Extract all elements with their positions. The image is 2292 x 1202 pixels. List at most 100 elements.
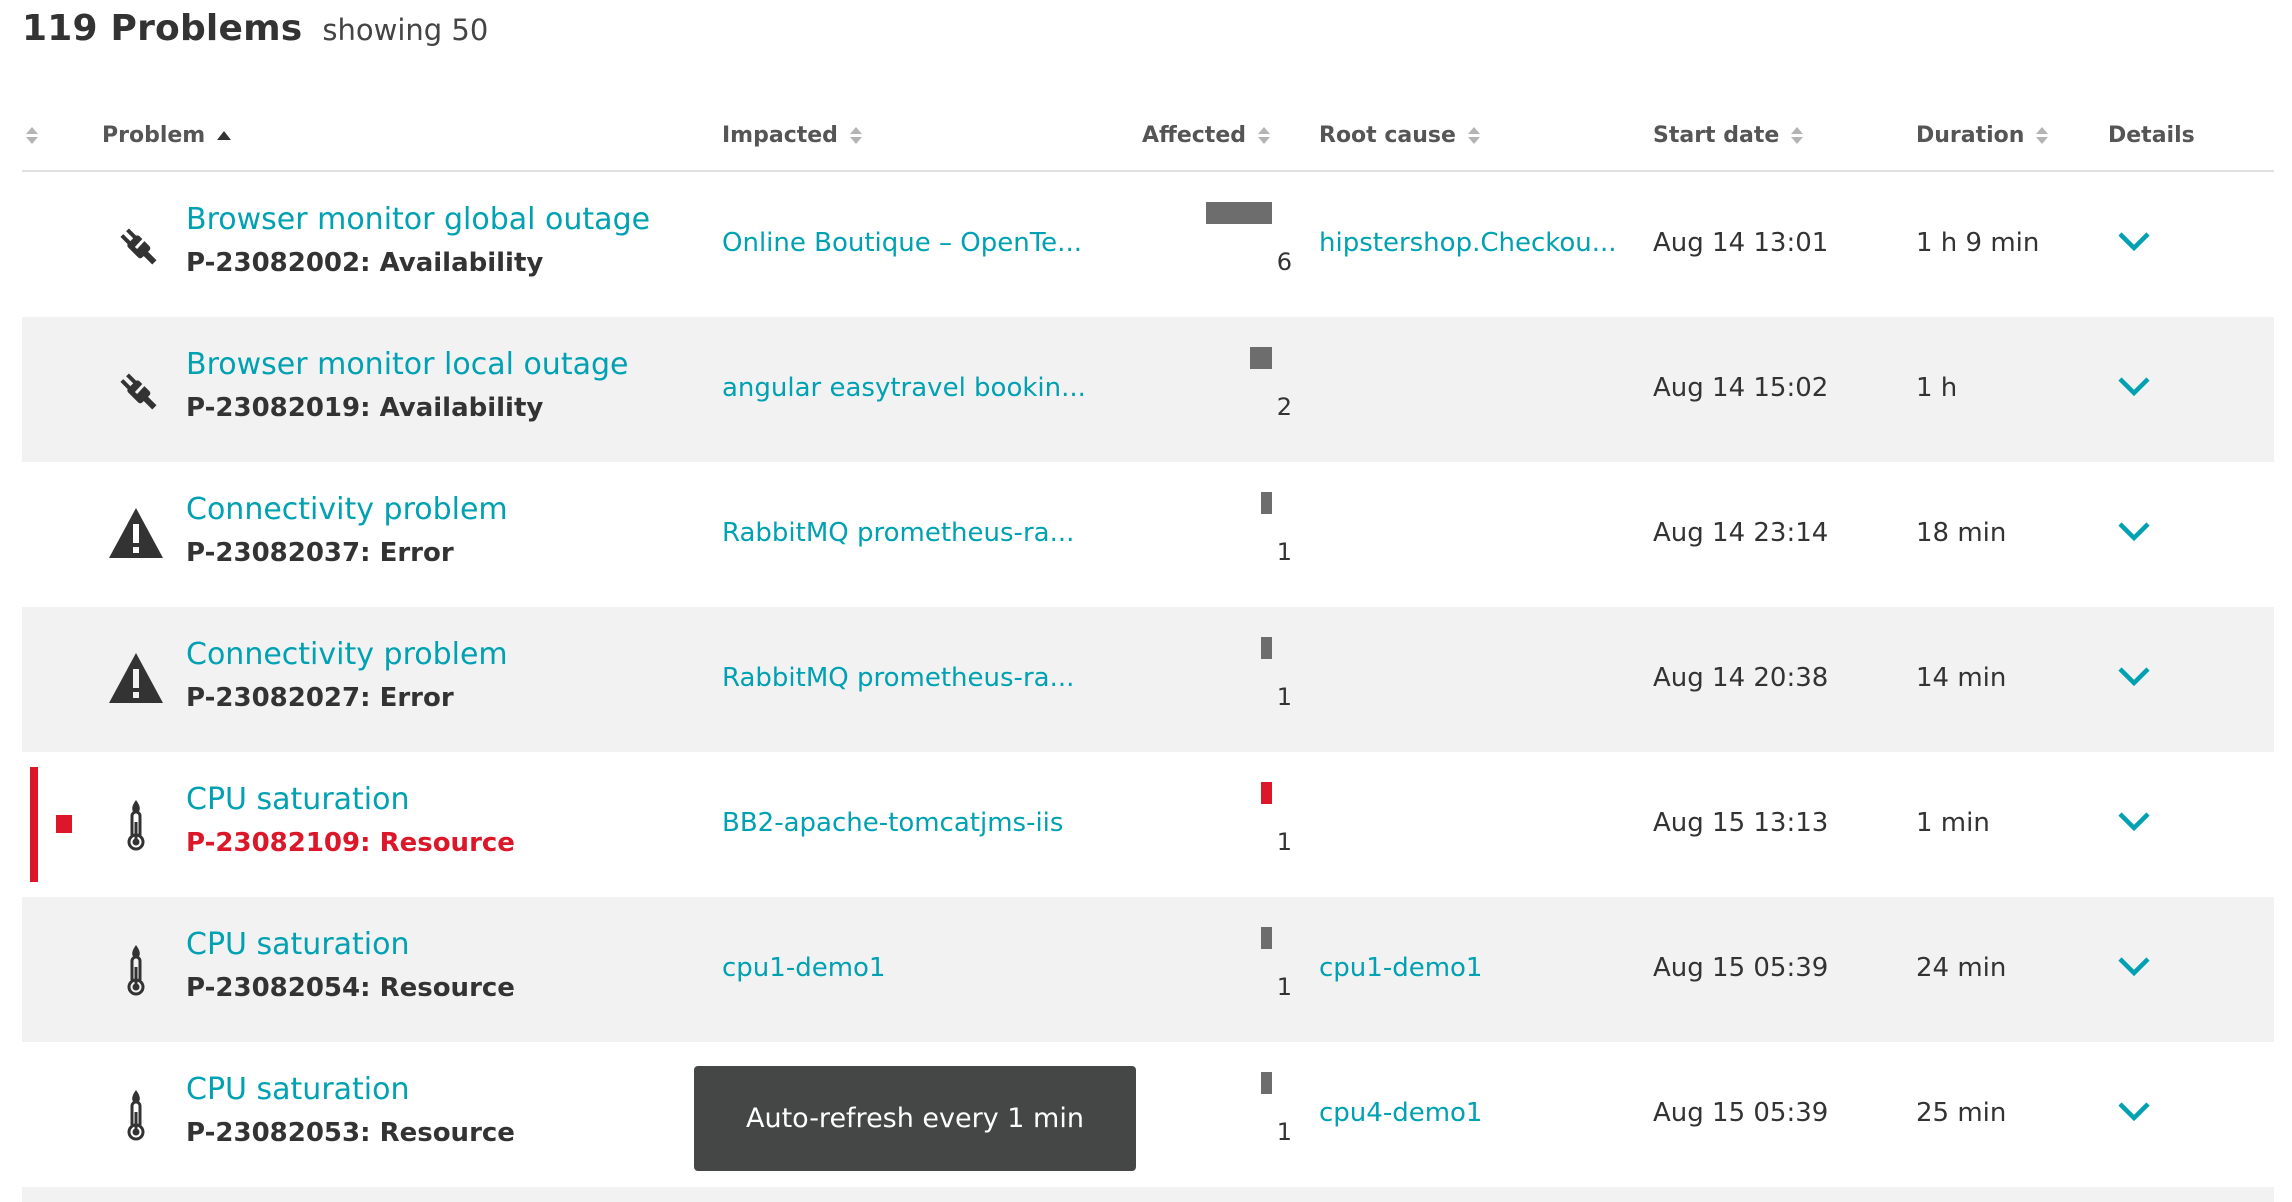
column-details-label: Details bbox=[2108, 122, 2195, 148]
start-date: Aug 14 20:38 bbox=[1653, 663, 1829, 693]
sort-icon bbox=[26, 126, 38, 144]
root-cause-link[interactable]: cpu1-demo1 bbox=[1319, 953, 1482, 983]
duration: 14 min bbox=[1916, 663, 2007, 693]
problem-id: P-23082027: Error bbox=[186, 683, 454, 713]
affected-count: 2 bbox=[1276, 393, 1292, 421]
table-row[interactable]: CPU saturation P-23082054: Resource cpu1… bbox=[22, 897, 2274, 1042]
affected-bar bbox=[1261, 927, 1272, 949]
problems-page: 119 Problems showing 50 Problem Impacted… bbox=[0, 0, 2292, 1202]
table-row-open-problem[interactable]: CPU saturation P-23082109: Resource BB2-… bbox=[22, 752, 2274, 897]
column-start-date[interactable]: Start date bbox=[1653, 100, 1804, 170]
duration: 18 min bbox=[1916, 518, 2007, 548]
sort-icon bbox=[2036, 126, 2049, 144]
duration: 25 min bbox=[1916, 1098, 2007, 1128]
impacted-entity-link[interactable]: BB2-apache-tomcatjms-iis bbox=[722, 808, 1063, 838]
problem-title-link[interactable]: Browser monitor global outage bbox=[186, 202, 650, 237]
affected-count: 1 bbox=[1276, 538, 1292, 566]
impacted-entity-link[interactable]: angular easytravel bookin... bbox=[722, 373, 1086, 403]
impacted-entity-link[interactable]: cpu1-demo1 bbox=[722, 953, 885, 983]
column-affected-label: Affected bbox=[1142, 122, 1246, 148]
chevron-down-icon[interactable] bbox=[2114, 512, 2154, 552]
warning-icon bbox=[109, 508, 163, 558]
problems-table-body: Browser monitor global outage P-23082002… bbox=[22, 172, 2274, 1187]
column-problem-label: Problem bbox=[102, 122, 206, 148]
column-duration[interactable]: Duration bbox=[1916, 100, 2049, 170]
showing-count: showing 50 bbox=[322, 13, 489, 47]
problem-id: P-23082109: Resource bbox=[186, 828, 515, 858]
column-affected[interactable]: Affected bbox=[1142, 100, 1270, 170]
table-row[interactable]: CPU saturation P-23082053: Resource cpu4… bbox=[22, 1042, 2274, 1187]
table-row[interactable]: Browser monitor local outage P-23082019:… bbox=[22, 317, 2274, 462]
problems-count: 119 Problems bbox=[22, 8, 303, 49]
affected-bar bbox=[1261, 1072, 1272, 1094]
column-root-cause-label: Root cause bbox=[1319, 122, 1456, 148]
problem-id: P-23082019: Availability bbox=[186, 393, 544, 423]
impacted-entity-link[interactable]: RabbitMQ prometheus-ra... bbox=[722, 663, 1074, 693]
next-row-partial bbox=[22, 1187, 2274, 1202]
affected-bar bbox=[1206, 202, 1272, 224]
start-date: Aug 15 05:39 bbox=[1653, 1098, 1829, 1128]
affected-bar bbox=[1261, 492, 1272, 514]
root-cause-link[interactable]: hipstershop.Checkou... bbox=[1319, 228, 1617, 258]
start-date: Aug 15 05:39 bbox=[1653, 953, 1829, 983]
chevron-down-icon[interactable] bbox=[2114, 947, 2154, 987]
column-impacted-label: Impacted bbox=[722, 122, 838, 148]
table-header: Problem Impacted Affected Root cause Sta… bbox=[22, 100, 2274, 172]
chevron-down-icon[interactable] bbox=[2114, 367, 2154, 407]
chevron-down-icon[interactable] bbox=[2114, 802, 2154, 842]
start-date: Aug 14 15:02 bbox=[1653, 373, 1829, 403]
affected-count: 1 bbox=[1276, 828, 1292, 856]
impacted-entity-link[interactable]: Online Boutique – OpenTe... bbox=[722, 228, 1082, 258]
auto-refresh-toast: Auto-refresh every 1 min bbox=[694, 1066, 1136, 1171]
duration: 1 min bbox=[1916, 808, 1990, 838]
chevron-down-icon[interactable] bbox=[2114, 657, 2154, 697]
table-row[interactable]: Browser monitor global outage P-23082002… bbox=[22, 172, 2274, 317]
open-status-marker bbox=[56, 815, 72, 833]
problem-title-link[interactable]: CPU saturation bbox=[186, 782, 410, 817]
affected-count: 1 bbox=[1276, 1118, 1292, 1146]
open-problem-indicator bbox=[30, 767, 38, 882]
column-duration-label: Duration bbox=[1916, 122, 2025, 148]
page-heading: 119 Problems showing 50 bbox=[22, 8, 488, 68]
duration: 24 min bbox=[1916, 953, 2007, 983]
sort-ascending-icon bbox=[217, 130, 232, 140]
problem-title-link[interactable]: CPU saturation bbox=[186, 927, 410, 962]
column-root-cause[interactable]: Root cause bbox=[1319, 100, 1480, 170]
problem-id: P-23082002: Availability bbox=[186, 248, 544, 278]
chevron-down-icon[interactable] bbox=[2114, 1092, 2154, 1132]
problem-id: P-23082054: Resource bbox=[186, 973, 515, 1003]
thermometer-icon bbox=[127, 800, 145, 851]
problem-title-link[interactable]: Connectivity problem bbox=[186, 637, 508, 672]
column-details: Details bbox=[2108, 100, 2195, 170]
table-row[interactable]: Connectivity problem P-23082037: Error R… bbox=[22, 462, 2274, 607]
affected-bar bbox=[1261, 637, 1272, 659]
problem-id: P-23082053: Resource bbox=[186, 1118, 515, 1148]
status-sort-header[interactable] bbox=[26, 100, 38, 170]
start-date: Aug 14 13:01 bbox=[1653, 228, 1829, 258]
start-date: Aug 15 13:13 bbox=[1653, 808, 1829, 838]
duration: 1 h 9 min bbox=[1916, 228, 2040, 258]
chevron-down-icon[interactable] bbox=[2114, 222, 2154, 262]
affected-count: 1 bbox=[1276, 683, 1292, 711]
sort-icon bbox=[1467, 126, 1480, 144]
plug-icon bbox=[120, 373, 157, 410]
plug-icon bbox=[120, 228, 157, 265]
sort-icon bbox=[1258, 126, 1270, 144]
column-problem[interactable]: Problem bbox=[102, 100, 232, 170]
column-start-date-label: Start date bbox=[1653, 122, 1780, 148]
table-row[interactable]: Connectivity problem P-23082027: Error R… bbox=[22, 607, 2274, 752]
start-date: Aug 14 23:14 bbox=[1653, 518, 1829, 548]
problem-title-link[interactable]: Browser monitor local outage bbox=[186, 347, 628, 382]
affected-count: 6 bbox=[1276, 248, 1292, 276]
column-impacted[interactable]: Impacted bbox=[722, 100, 862, 170]
problem-title-link[interactable]: CPU saturation bbox=[186, 1072, 410, 1107]
sort-icon bbox=[849, 126, 862, 144]
thermometer-icon bbox=[127, 945, 145, 996]
warning-icon bbox=[109, 653, 163, 703]
root-cause-link[interactable]: cpu4-demo1 bbox=[1319, 1098, 1482, 1128]
affected-count: 1 bbox=[1276, 973, 1292, 1001]
problem-id: P-23082037: Error bbox=[186, 538, 454, 568]
thermometer-icon bbox=[127, 1090, 145, 1141]
impacted-entity-link[interactable]: RabbitMQ prometheus-ra... bbox=[722, 518, 1074, 548]
problem-title-link[interactable]: Connectivity problem bbox=[186, 492, 508, 527]
